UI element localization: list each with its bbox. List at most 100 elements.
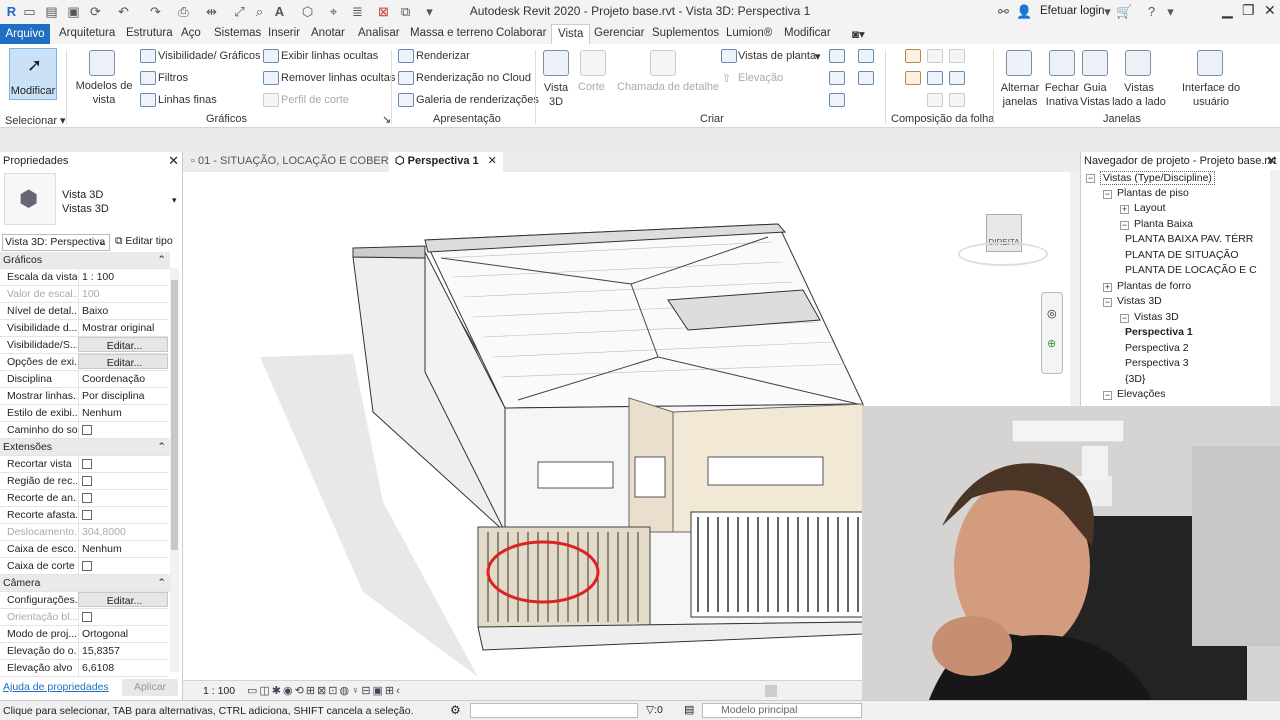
collapse-icon[interactable]: −	[1120, 220, 1129, 230]
browser-node[interactable]: Perspectiva 3	[1125, 357, 1189, 369]
worksharing-icon[interactable]: ⚙	[450, 703, 461, 717]
property-checkbox-cell[interactable]	[78, 490, 168, 506]
collapse-icon[interactable]: −	[1103, 391, 1112, 400]
viewcube[interactable]: DIREITA	[958, 212, 1048, 272]
property-checkbox-cell[interactable]	[78, 558, 168, 574]
property-checkbox-cell[interactable]	[78, 456, 168, 472]
tab-arquivo[interactable]: Arquivo	[0, 24, 50, 44]
property-value[interactable]: Por disciplina	[78, 388, 168, 404]
tab-modificar[interactable]: Modificar	[784, 27, 831, 39]
elevation-button[interactable]: Elevação	[738, 72, 783, 84]
checkbox[interactable]	[82, 510, 92, 520]
user-icon[interactable]: 👤	[1016, 4, 1032, 19]
tab-analisar[interactable]: Analisar	[358, 27, 400, 39]
ribbon-options-icon[interactable]: ◙▾	[852, 27, 865, 41]
cart-icon[interactable]: 🛒	[1116, 4, 1132, 19]
expand-icon[interactable]: +	[1103, 282, 1112, 292]
instance-filter-select[interactable]: Vista 3D: Perspectiva ⌄	[2, 234, 110, 251]
tab-massa-terreno[interactable]: Massa e terreno	[410, 27, 493, 39]
tab-perspectiva-1[interactable]: ⬡ Perspectiva 1 ✕	[389, 152, 503, 172]
tile-views-button[interactable]: Vistas lado a lado	[1112, 81, 1166, 109]
tab-inserir[interactable]: Inserir	[268, 27, 300, 39]
remove-hidden-lines-button[interactable]: Remover linhas ocultas	[281, 72, 395, 84]
expand-icon[interactable]: +	[1120, 205, 1129, 214]
switch-windows-icon[interactable]	[1006, 50, 1032, 76]
tab-anotar[interactable]: Anotar	[311, 27, 345, 39]
section-camera[interactable]: Câmera ⌃	[0, 575, 170, 592]
filters-button[interactable]: Filtros	[158, 72, 188, 84]
property-value[interactable]: Nenhum	[78, 541, 168, 557]
matchline-icon[interactable]	[949, 71, 965, 85]
tile-views-icon[interactable]	[1125, 50, 1151, 76]
collapse-icon[interactable]: −	[1120, 313, 1129, 323]
browser-node[interactable]: Perspectiva 1	[1125, 326, 1193, 338]
close-inactive-button[interactable]: Fechar Inativa	[1044, 81, 1080, 109]
property-value[interactable]: Nenhum	[78, 405, 168, 421]
tab-situacao[interactable]: ▫ 01 - SITUAÇÃO, LOCAÇÃO E COBER... ✕	[185, 152, 420, 172]
browser-node[interactable]: PLANTA DE SITUAÇÃO	[1125, 249, 1239, 261]
zoom-icon[interactable]: ⊕	[1047, 337, 1056, 350]
property-value[interactable]: 1 : 100	[78, 269, 168, 285]
close-inactive-icon[interactable]	[1049, 50, 1075, 76]
section-extensoes[interactable]: Extensões ⌃	[0, 439, 170, 456]
legends-icon[interactable]	[829, 93, 845, 107]
callout-button[interactable]: Chamada de detalhe	[617, 81, 719, 93]
plan-views-dropdown-icon[interactable]: ▾	[815, 50, 821, 63]
user-interface-button[interactable]: Interface do usuário	[1182, 81, 1240, 109]
tab-estrutura[interactable]: Estrutura	[126, 27, 173, 39]
view-scale[interactable]: 1 : 100	[203, 685, 235, 697]
collapse-icon[interactable]: −	[1103, 189, 1112, 199]
checkbox[interactable]	[82, 493, 92, 503]
property-value[interactable]: Baixo	[78, 303, 168, 319]
browser-node[interactable]: Plantas de forro	[1117, 280, 1191, 292]
scope-box-icon[interactable]	[858, 71, 874, 85]
vertical-scrollbar[interactable]	[1070, 172, 1080, 408]
property-value[interactable]: 6,6108	[78, 660, 168, 676]
collapse-icon[interactable]: ⌃	[157, 439, 166, 455]
view-control-icons[interactable]: ▭◫✱◉⟲⊞⊠⊡◍♀⊟▣⊞‹	[247, 684, 402, 697]
login-dropdown-icon[interactable]: ▾	[1100, 4, 1115, 19]
section-graficos[interactable]: Gráficos ⌃	[0, 252, 170, 269]
browser-node[interactable]: Vistas 3D	[1117, 295, 1162, 307]
edit-type-button[interactable]: ⧉ Editar tipo	[115, 235, 173, 248]
visibility-graphics-button[interactable]: Visibilidade/ Gráficos	[158, 50, 261, 62]
graphics-dialog-launcher-icon[interactable]: ↘	[382, 113, 391, 126]
tab-arquitetura[interactable]: Arquitetura	[59, 27, 115, 39]
duplicate-view-icon[interactable]	[829, 71, 845, 85]
browser-node[interactable]: {3D}	[1125, 373, 1145, 385]
help-dropdown-icon[interactable]: ▾	[1163, 4, 1178, 19]
browser-node[interactable]: Vistas 3D	[1134, 311, 1179, 323]
collapse-icon[interactable]: ⌃	[157, 252, 166, 268]
type-selector-dropdown-icon[interactable]: ▾	[172, 195, 177, 206]
tab-colaborar[interactable]: Colaborar	[496, 27, 547, 39]
edit-button[interactable]: Editar...	[78, 592, 168, 607]
checkbox[interactable]	[82, 476, 92, 486]
select-dropdown[interactable]: Selecionar ▾	[5, 114, 66, 127]
tab-gerenciar[interactable]: Gerenciar	[594, 27, 645, 39]
tab-aco[interactable]: Aço	[181, 27, 201, 39]
thin-lines-button[interactable]: Linhas finas	[158, 94, 217, 106]
browser-node[interactable]: Layout	[1134, 202, 1166, 214]
binoculars-icon[interactable]: ⚯	[996, 4, 1011, 19]
tab-suplementos[interactable]: Suplementos	[652, 27, 719, 39]
browser-node[interactable]: Plantas de piso	[1117, 187, 1189, 199]
checkbox[interactable]	[82, 561, 92, 571]
property-value[interactable]: 15,8357	[78, 643, 168, 659]
browser-node[interactable]: Elevações	[1117, 388, 1165, 400]
place-view-icon[interactable]	[905, 71, 921, 85]
view-templates-icon[interactable]	[89, 50, 115, 76]
minimize-button[interactable]: ▁	[1222, 2, 1233, 19]
plan-views-button[interactable]: Vistas de planta	[738, 50, 816, 62]
tab-vista[interactable]: Vista	[551, 24, 591, 45]
close-icon[interactable]: ✕	[1266, 152, 1277, 170]
user-interface-icon[interactable]	[1197, 50, 1223, 76]
properties-help-link[interactable]: Ajuda de propriedades	[3, 681, 109, 693]
collapse-icon[interactable]: −	[1103, 298, 1112, 307]
navigation-bar[interactable]: ◎ ⊕	[1041, 292, 1063, 374]
close-tab-icon[interactable]: ✕	[488, 155, 497, 167]
browser-node[interactable]: Planta Baixa	[1134, 218, 1193, 230]
render-button[interactable]: Renderizar	[416, 50, 470, 62]
help-icon[interactable]: ?	[1144, 4, 1159, 19]
sheet-icon[interactable]	[905, 49, 921, 63]
browser-node[interactable]: PLANTA DE LOCAÇÃO E C	[1125, 264, 1257, 276]
